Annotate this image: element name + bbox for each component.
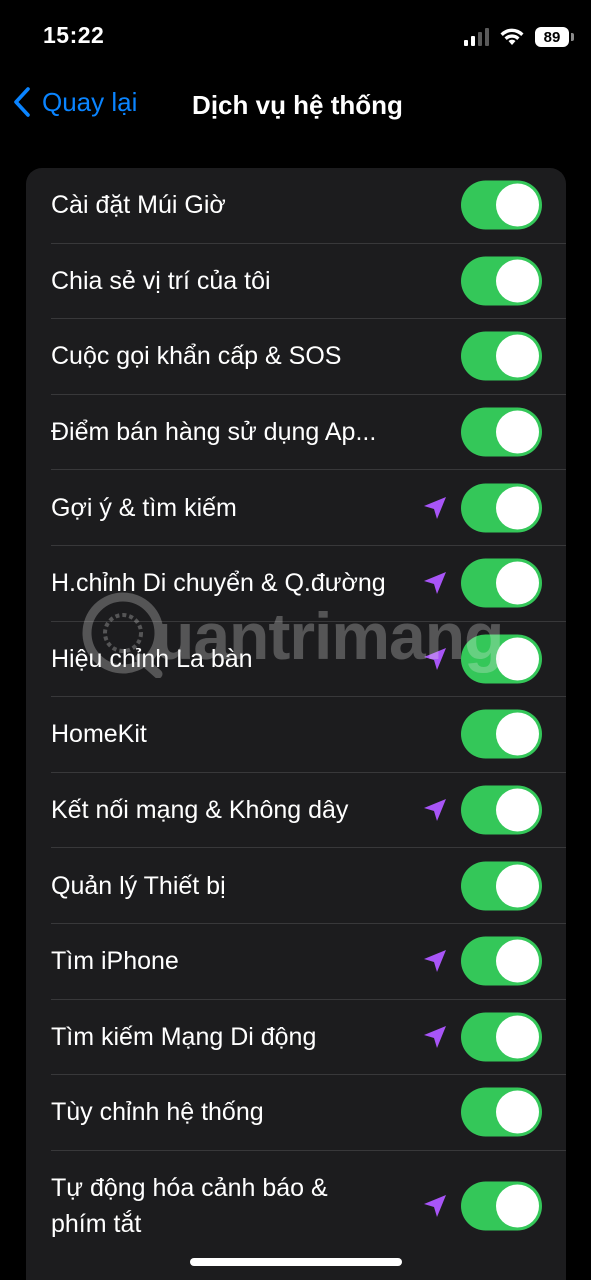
- location-arrow-icon: [424, 647, 446, 670]
- settings-list: Cài đặt Múi Giờ Chia sẻ vị trí của tôi Cuộ…: [26, 168, 566, 1280]
- toggle-switch[interactable]: [461, 785, 542, 835]
- status-bar: 15:22 89: [0, 0, 591, 70]
- toggle-knob: [496, 334, 539, 378]
- toggle-switch[interactable]: [461, 1087, 542, 1137]
- location-arrow-icon: [424, 1025, 446, 1048]
- toggle-switch[interactable]: [461, 936, 542, 986]
- setting-row: Tự động hóa cảnh báo & phím tắt: [51, 1151, 566, 1261]
- toggle-knob: [496, 712, 539, 756]
- page-title: Dịch vụ hệ thống: [192, 90, 403, 120]
- setting-row: Tìm iPhone: [51, 924, 566, 1000]
- wifi-icon: [500, 28, 524, 45]
- setting-row: Tùy chỉnh hệ thống: [51, 1075, 566, 1151]
- setting-label: Cuộc gọi khẩn cấp & SOS: [51, 342, 342, 371]
- toggle-knob: [496, 1090, 539, 1134]
- toggle-knob: [496, 183, 539, 227]
- toggle-knob: [496, 486, 539, 530]
- setting-label: Gợi ý & tìm kiếm: [51, 493, 237, 522]
- setting-row: Điểm bán hàng sử dụng Ap...: [51, 395, 566, 471]
- setting-label: Điểm bán hàng sử dụng Ap...: [51, 418, 377, 447]
- toggle-switch[interactable]: [461, 407, 542, 457]
- toggle-switch[interactable]: [461, 861, 542, 911]
- setting-row: HomeKit: [51, 697, 566, 773]
- setting-row: Gợi ý & tìm kiếm: [51, 470, 566, 546]
- toggle-switch[interactable]: [461, 1012, 542, 1062]
- toggle-switch[interactable]: [461, 558, 542, 608]
- setting-row: Cài đặt Múi Giờ: [51, 168, 566, 244]
- setting-label: Cài đặt Múi Giờ: [51, 191, 226, 220]
- home-indicator[interactable]: [190, 1258, 402, 1266]
- setting-label: Chia sẻ vị trí của tôi: [51, 266, 271, 295]
- toggle-switch[interactable]: [461, 256, 542, 306]
- setting-row: Quản lý Thiết bị: [51, 848, 566, 924]
- setting-row: H.chỉnh Di chuyển & Q.đường: [51, 546, 566, 622]
- toggle-switch[interactable]: [461, 709, 542, 759]
- setting-label: Tự động hóa cảnh báo & phím tắt: [51, 1173, 328, 1238]
- toggle-knob: [496, 410, 539, 454]
- location-arrow-icon: [424, 799, 446, 822]
- location-arrow-icon: [424, 572, 446, 595]
- setting-label: Hiệu chỉnh La bàn: [51, 644, 253, 673]
- status-indicators: 89: [464, 24, 574, 50]
- location-arrow-icon: [424, 496, 446, 519]
- toggle-knob: [496, 864, 539, 908]
- toggle-knob: [496, 1184, 539, 1228]
- setting-row: Cuộc gọi khẩn cấp & SOS: [51, 319, 566, 395]
- setting-label: Quản lý Thiết bị: [51, 871, 226, 900]
- setting-row: Tìm kiếm Mạng Di động: [51, 1000, 566, 1076]
- status-time: 15:22: [43, 22, 105, 48]
- cellular-signal-icon: [464, 28, 489, 46]
- toggle-knob: [496, 561, 539, 605]
- location-arrow-icon: [424, 950, 446, 973]
- toggle-knob: [496, 939, 539, 983]
- setting-row: Hiệu chỉnh La bàn: [51, 622, 566, 698]
- battery-icon: 89: [535, 27, 574, 47]
- setting-label: Tìm kiếm Mạng Di động: [51, 1022, 317, 1051]
- toggle-knob: [496, 637, 539, 681]
- setting-label: Kết nối mạng & Không dây: [51, 796, 349, 825]
- toggle-knob: [496, 788, 539, 832]
- setting-row: Chia sẻ vị trí của tôi: [51, 244, 566, 320]
- setting-label: Tìm iPhone: [51, 947, 179, 976]
- toggle-switch[interactable]: [461, 634, 542, 684]
- toggle-knob: [496, 1015, 539, 1059]
- toggle-switch[interactable]: [461, 180, 542, 230]
- toggle-switch[interactable]: [461, 1181, 542, 1231]
- setting-label: Tùy chỉnh hệ thống: [51, 1098, 264, 1127]
- navigation-bar: Quay lại Dịch vụ hệ thống: [0, 76, 591, 134]
- location-arrow-icon: [424, 1194, 446, 1217]
- toggle-switch[interactable]: [461, 483, 542, 533]
- toggle-knob: [496, 259, 539, 303]
- setting-row: Kết nối mạng & Không dây: [51, 773, 566, 849]
- toggle-switch[interactable]: [461, 331, 542, 381]
- setting-label: HomeKit: [51, 720, 147, 749]
- setting-label: H.chỉnh Di chuyển & Q.đường: [51, 569, 386, 598]
